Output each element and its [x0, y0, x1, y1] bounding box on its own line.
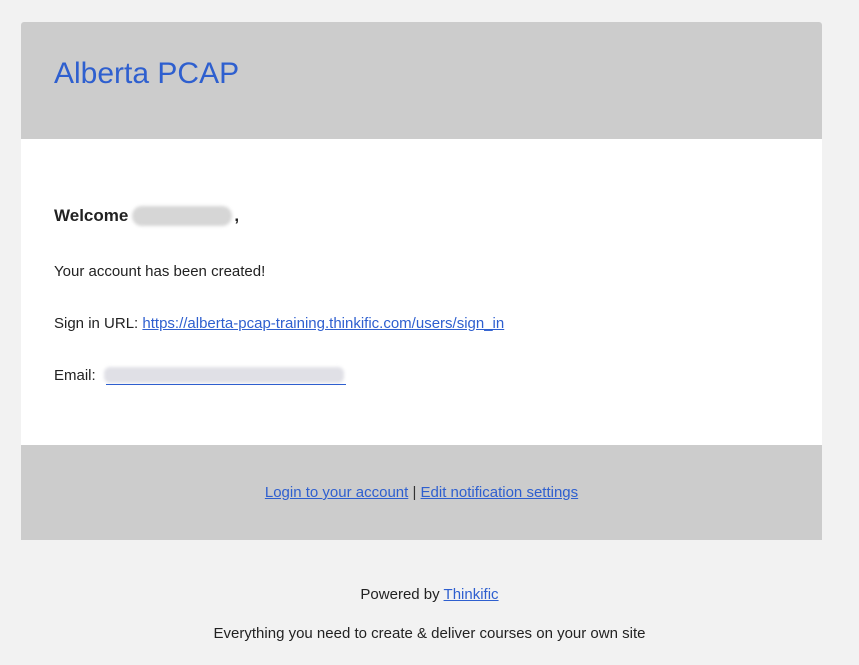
- account-created-text: Your account has been created!: [54, 263, 266, 280]
- email-card: Alberta PCAP Welcome , Your account has …: [21, 22, 822, 540]
- email-body: Welcome , Your account has been created!…: [21, 139, 822, 445]
- welcome-heading: Welcome ,: [54, 206, 239, 226]
- redacted-name: [132, 206, 233, 226]
- brand-title: Alberta PCAP: [54, 57, 240, 90]
- powered-by-line: Powered by Thinkific: [0, 586, 859, 603]
- email-label: Email:: [54, 367, 96, 384]
- edit-notification-settings-link[interactable]: Edit notification settings: [421, 484, 579, 501]
- redacted-email-link[interactable]: [103, 367, 346, 385]
- login-link[interactable]: Login to your account: [265, 484, 408, 501]
- powered-by-label: Powered by: [360, 586, 440, 603]
- welcome-suffix: ,: [234, 206, 240, 225]
- email-footer: Login to your account | Edit notificatio…: [21, 445, 822, 540]
- welcome-prefix: Welcome: [54, 206, 129, 225]
- signin-url-line: Sign in URL: https://alberta-pcap-traini…: [54, 315, 504, 332]
- email-redaction: [103, 367, 344, 383]
- email-line: Email:: [54, 367, 346, 385]
- footer-separator: |: [412, 484, 417, 501]
- signin-url-label: Sign in URL:: [54, 315, 139, 332]
- thinkific-link[interactable]: Thinkific: [444, 586, 499, 603]
- signin-url-link[interactable]: https://alberta-pcap-training.thinkific.…: [142, 315, 504, 332]
- email-header: Alberta PCAP: [21, 22, 822, 139]
- tagline: Everything you need to create & deliver …: [213, 625, 646, 642]
- email-link-underline: [105, 384, 346, 385]
